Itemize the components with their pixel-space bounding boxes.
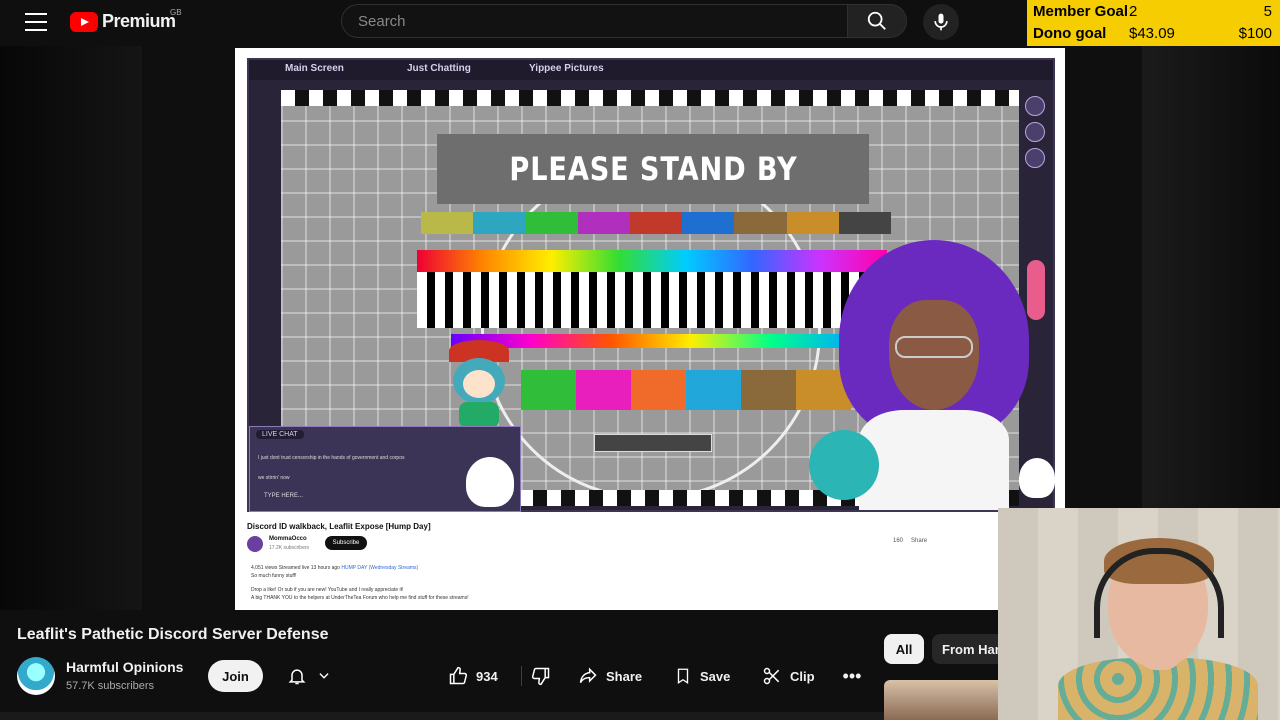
share-icon xyxy=(579,667,597,684)
pencil-icon xyxy=(1025,96,1045,116)
share-button[interactable]: Share xyxy=(568,660,652,692)
standby-text: PLEASE STAND BY xyxy=(508,150,798,188)
embedded-channel-name: MommaOcco xyxy=(269,536,307,542)
related-video-thumbnail[interactable] xyxy=(884,680,998,720)
stream-tab-pictures: Yippee Pictures xyxy=(529,63,604,74)
tag-icon xyxy=(1025,122,1045,142)
youtube-play-icon xyxy=(70,11,98,32)
search-box xyxy=(341,4,847,38)
goal-current: $43.09 xyxy=(1129,25,1175,42)
stream-live-chat: LIVE CHAT I just dont trust censorship i… xyxy=(249,426,521,512)
embedded-share: Share xyxy=(911,538,928,544)
live-chat-label: LIVE CHAT xyxy=(256,430,304,439)
test-pattern-box xyxy=(594,434,712,452)
desc-line: Drop a like! Or sub if you are new! YouT… xyxy=(251,587,404,593)
dono-goal-row: Dono goal $43.09 $100 xyxy=(1027,23,1280,45)
dislike-button[interactable] xyxy=(522,660,560,692)
more-icon: ••• xyxy=(842,665,862,686)
stream-tab-chatting: Just Chatting xyxy=(407,63,471,74)
thumbs-up-icon xyxy=(449,666,468,685)
stream-side-icons xyxy=(1025,96,1047,174)
embedded-subscribe-button: Subscribe xyxy=(325,536,367,550)
thumbs-down-icon xyxy=(532,667,550,686)
subscriber-count: 57.7K subscribers xyxy=(66,680,155,692)
checker-border-top xyxy=(281,90,1019,106)
search-icon xyxy=(867,11,886,30)
embedded-meta: 4,051 views Streamed live 13 hours ago xyxy=(251,565,340,571)
embedded-playlist-link: HUMP DAY (Wednesday Streams) xyxy=(341,565,419,571)
bookmark-icon xyxy=(677,668,689,685)
microphone-icon xyxy=(934,13,948,31)
like-dislike-group: 934 xyxy=(438,660,560,692)
logo-text: Premium xyxy=(102,11,176,31)
video-title: Leaflit's Pathetic Discord Server Defens… xyxy=(17,626,329,643)
chibi-character xyxy=(439,340,519,430)
youtube-premium-logo[interactable]: Premium GB xyxy=(70,8,182,32)
color-bars-top xyxy=(421,212,891,234)
goal-current: 2 xyxy=(1129,3,1138,20)
ghost-mascot-icon xyxy=(1019,458,1055,498)
embedded-description: 4,051 views Streamed live 13 hours ago H… xyxy=(251,564,671,602)
stream-tab-strip: Main Screen Just Chatting Yippee Picture… xyxy=(249,60,1053,80)
bell-icon xyxy=(288,669,306,685)
color-bars-bottom xyxy=(521,370,851,410)
notification-bell-button[interactable] xyxy=(276,660,342,692)
share-label: Share xyxy=(606,668,643,684)
channel-avatar[interactable] xyxy=(17,657,55,695)
page-bottom-edge xyxy=(0,712,884,720)
webcam-overlay xyxy=(998,508,1280,720)
like-button[interactable]: 934 xyxy=(438,660,521,692)
stream-tab-main: Main Screen xyxy=(285,63,344,74)
save-label: Save xyxy=(700,668,731,684)
glasses-icon xyxy=(895,336,973,358)
goal-target: 5 xyxy=(1263,3,1272,20)
bookmark-icon xyxy=(1025,148,1045,168)
chat-message: we stirrin' now xyxy=(258,475,290,481)
scissors-icon xyxy=(763,667,780,685)
join-button[interactable]: Join xyxy=(208,660,263,692)
player-side-left xyxy=(0,46,142,610)
goal-overlay: Member Goal 2 5 Dono goal $43.09 $100 xyxy=(1027,0,1280,46)
standby-banner: PLEASE STAND BY xyxy=(437,134,869,204)
like-count: 934 xyxy=(476,668,498,684)
member-goal-row: Member Goal 2 5 xyxy=(1027,1,1280,23)
voice-search-button[interactable] xyxy=(923,4,959,40)
search-button[interactable] xyxy=(847,4,907,38)
more-actions-button[interactable]: ••• xyxy=(836,660,868,692)
goal-label: Dono goal xyxy=(1033,25,1107,42)
embedded-subscriber-count: 17.2K subscribers xyxy=(269,545,310,551)
chat-message: I just dont trust censorship in the hand… xyxy=(258,455,405,461)
chip-from-channel[interactable]: From Har xyxy=(932,634,1002,664)
streamer-hand xyxy=(1138,626,1182,670)
clip-label: Clip xyxy=(790,668,815,684)
logo-region: GB xyxy=(170,8,182,17)
embedded-actions: 160 Share xyxy=(893,538,927,544)
chat-type-here: TYPE HERE... xyxy=(264,493,304,499)
goal-label: Member Goal xyxy=(1033,3,1129,20)
hamburger-menu-icon[interactable] xyxy=(22,10,50,34)
clip-button[interactable]: Clip xyxy=(752,660,825,692)
ghost-mascot-icon xyxy=(466,457,514,507)
search-input[interactable] xyxy=(358,12,847,30)
embedded-channel-avatar xyxy=(247,536,263,552)
chip-all[interactable]: All xyxy=(884,634,924,664)
chevron-down-icon xyxy=(319,673,329,679)
embedded-video-title: Discord ID walkback, Leaflit Expose [Hum… xyxy=(247,522,431,531)
save-button[interactable]: Save xyxy=(664,660,740,692)
desc-line: So much funny stuff! xyxy=(251,573,297,579)
embedded-like-count: 160 xyxy=(893,538,904,544)
embedded-youtube-page: Main Screen Just Chatting Yippee Picture… xyxy=(235,48,1065,610)
channel-name[interactable]: Harmful Opinions xyxy=(66,659,183,675)
goal-target: $100 xyxy=(1238,25,1272,42)
stream-overlay-frame: Main Screen Just Chatting Yippee Picture… xyxy=(247,58,1055,512)
desc-line: A big THANK YOU to the helpers at UnderT… xyxy=(251,595,469,601)
